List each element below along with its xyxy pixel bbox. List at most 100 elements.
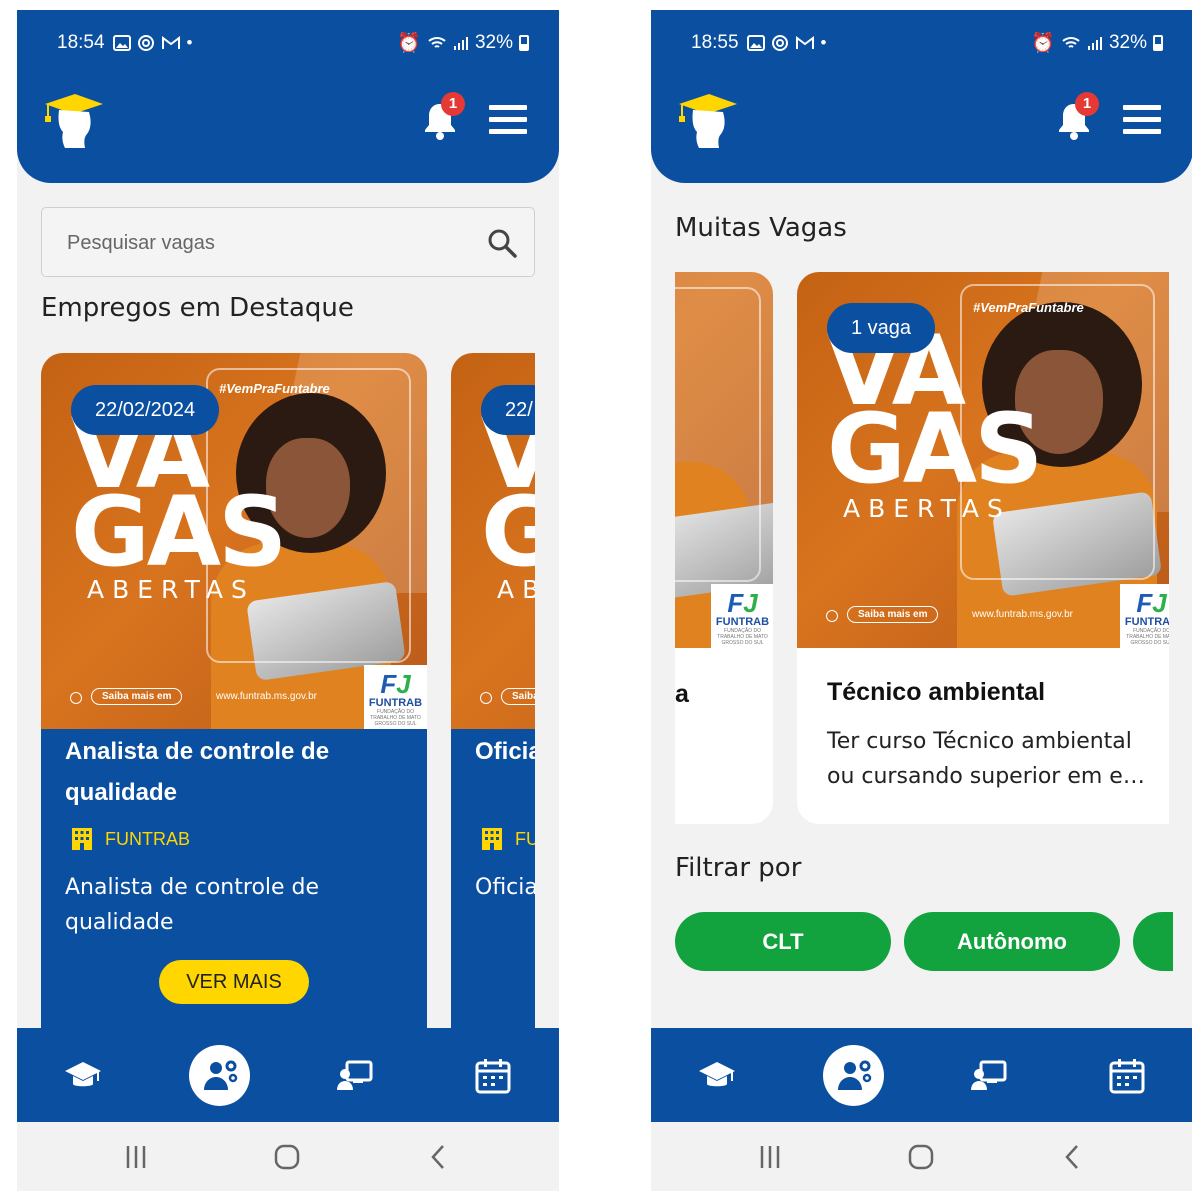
vagas-poster-image-partial: FJ FUNTRAB FUNDAÇÃO DO TRABALHO DE MATO … <box>675 272 773 648</box>
battery-icon <box>519 35 529 51</box>
dot-icon: • <box>186 33 193 52</box>
wifi-icon <box>428 37 446 48</box>
notification-badge: 1 <box>441 92 465 116</box>
date-badge: 22/02/2024 <box>71 385 220 435</box>
search-icon[interactable] <box>487 228 517 258</box>
graduate-logo-icon[interactable] <box>675 90 737 152</box>
teacher-board-icon[interactable] <box>335 1056 375 1096</box>
status-right-right: ⏰ 32% <box>1031 31 1163 55</box>
calendar-icon[interactable] <box>1107 1056 1147 1096</box>
system-navigation-bar-right <box>651 1122 1192 1191</box>
job-title-2: Oficia <box>475 738 535 765</box>
recent-apps-icon[interactable] <box>755 1142 785 1172</box>
featured-job-card[interactable]: #VemPraFuntabre VA GAS ABERTAS Saiba mai… <box>41 353 427 1029</box>
battery-icon <box>1153 35 1163 51</box>
app-header-right: 18:55 • ⏰ 32% 1 <box>651 10 1192 183</box>
recent-apps-icon[interactable] <box>121 1142 151 1172</box>
notification-badge-right: 1 <box>1075 92 1099 116</box>
job-title-partial: a <box>675 680 689 708</box>
poster-cta: Saiba mais em <box>847 606 939 623</box>
funtrab-logo: FJ FUNTRAB FUNDAÇÃO DO TRABALHO DE MATO … <box>1120 584 1169 648</box>
right-phone-screen: 18:55 • ⏰ 32% 1 Muitas Vagas FJ FUNTRAB … <box>651 10 1192 1191</box>
section-title-many-jobs: Muitas Vagas <box>675 213 847 243</box>
teacher-board-icon[interactable] <box>969 1056 1009 1096</box>
wifi-icon <box>1062 37 1080 48</box>
home-icon[interactable] <box>272 1142 302 1172</box>
worker-gears-icon[interactable] <box>200 1056 240 1096</box>
signal-icon <box>1087 37 1102 50</box>
poster-text-abertas-2: ABERTAS <box>497 575 535 604</box>
poster-url: www.funtrab.ms.gov.br <box>216 691 317 702</box>
nav-active-indicator[interactable] <box>189 1045 250 1106</box>
gallery-icon <box>746 35 765 51</box>
card-body-2: Oficia FU Oficia <box>451 729 535 1029</box>
poster-text-gas-2: GAS <box>481 476 535 588</box>
building-icon <box>72 828 92 850</box>
ver-mais-button[interactable]: VER MAIS <box>159 960 309 1004</box>
back-icon[interactable] <box>424 1142 454 1172</box>
job-title: Técnico ambiental <box>827 678 1046 706</box>
funtrab-logo-subtitle: FUNDAÇÃO DO TRABALHO DE MATO GROSSO DO S… <box>717 628 768 646</box>
home-icon[interactable] <box>906 1142 936 1172</box>
bottom-navigation-right <box>651 1028 1192 1122</box>
search-box[interactable] <box>41 207 535 277</box>
play-circle-icon <box>70 692 82 704</box>
dot-icon: • <box>820 33 827 52</box>
poster-text-abertas: ABERTAS <box>843 494 1011 523</box>
play-circle-icon <box>826 610 838 622</box>
left-phone-screen: 18:54 • ⏰ 32% 1 Pesquisar vagas Empregos… <box>17 10 559 1191</box>
filter-autonomo-button[interactable]: Autônomo <box>904 912 1120 971</box>
card-body: Analista de controle de qualidade FUNTRA… <box>41 729 427 1029</box>
filter-button-partial[interactable] <box>1133 912 1173 971</box>
signal-icon <box>453 37 468 50</box>
job-title: Analista de controle de qualidade <box>65 738 330 806</box>
job-card[interactable]: #VemPraFuntabre VA GAS ABERTAS Saiba mai… <box>797 272 1169 824</box>
section-title-featured: Empregos em Destaque <box>41 293 354 323</box>
status-bar: 18:54 • ⏰ 32% <box>57 32 529 54</box>
back-icon[interactable] <box>1058 1142 1088 1172</box>
vacancy-count-badge: 1 vaga <box>827 303 936 353</box>
graduation-cap-icon[interactable] <box>63 1056 103 1096</box>
status-right: ⏰ 32% <box>397 31 529 55</box>
poster-hashtag: #VemPraFuntabre <box>973 300 1084 315</box>
calendar-icon[interactable] <box>473 1056 513 1096</box>
threads-icon <box>137 35 154 51</box>
job-description: Analista de controle de qualidade <box>65 875 320 935</box>
funtrab-logo-subtitle: FUNDAÇÃO DO TRABALHO DE MATO GROSSO DO S… <box>1126 628 1169 646</box>
app-header: 18:54 • ⏰ 32% 1 <box>17 10 559 183</box>
alarm-icon: ⏰ <box>1031 33 1055 54</box>
funtrab-logo-text: FUNTRAB <box>368 697 423 709</box>
gallery-icon <box>112 35 131 51</box>
job-card-partial[interactable]: FJ FUNTRAB FUNDAÇÃO DO TRABALHO DE MATO … <box>675 272 773 824</box>
job-description-2: Oficia <box>475 875 535 900</box>
date-badge-2: 22/ <box>481 385 535 435</box>
worker-gears-icon[interactable] <box>834 1056 874 1096</box>
funtrab-logo-text: FUNTRAB <box>1124 616 1169 628</box>
funtrab-logo: FJ FUNTRAB FUNDAÇÃO DO TRABALHO DE MATO … <box>364 665 427 729</box>
status-bar-right: 18:55 • ⏰ 32% <box>691 32 1163 54</box>
hamburger-menu-icon[interactable] <box>1123 105 1161 135</box>
poster-cta-2: Saiba mais em <box>501 688 535 705</box>
poster-hashtag: #VemPraFuntabre <box>219 381 330 396</box>
poster-cta: Saiba mais em <box>91 688 183 705</box>
filter-clt-button[interactable]: CLT <box>675 912 891 971</box>
status-notification-icons: • <box>112 33 193 53</box>
graduate-logo-icon[interactable] <box>41 90 103 152</box>
hamburger-menu-icon[interactable] <box>489 105 527 135</box>
status-time-right: 18:55 <box>691 32 739 53</box>
nav-active-indicator[interactable] <box>823 1045 884 1106</box>
battery-level: 32% <box>474 32 513 53</box>
funtrab-logo-partial: FJ FUNTRAB FUNDAÇÃO DO TRABALHO DE MATO … <box>711 584 773 648</box>
building-icon-2 <box>482 828 502 850</box>
search-input[interactable] <box>67 229 467 257</box>
graduation-cap-icon[interactable] <box>697 1056 737 1096</box>
company-row-2: FU <box>481 827 535 851</box>
poster-text-abertas: ABERTAS <box>87 575 255 604</box>
company-name: FUNTRAB <box>105 828 190 849</box>
poster-url: www.funtrab.ms.gov.br <box>972 609 1073 620</box>
poster-text-gas: GAS <box>71 476 287 588</box>
poster-text-gas: GAS <box>827 393 1043 505</box>
alarm-icon: ⏰ <box>397 33 421 54</box>
featured-job-card-2[interactable]: VA GAS ABERTAS Saiba mais em 22/ Oficia … <box>451 353 535 1029</box>
funtrab-logo-text: FUNTRAB <box>715 616 770 628</box>
